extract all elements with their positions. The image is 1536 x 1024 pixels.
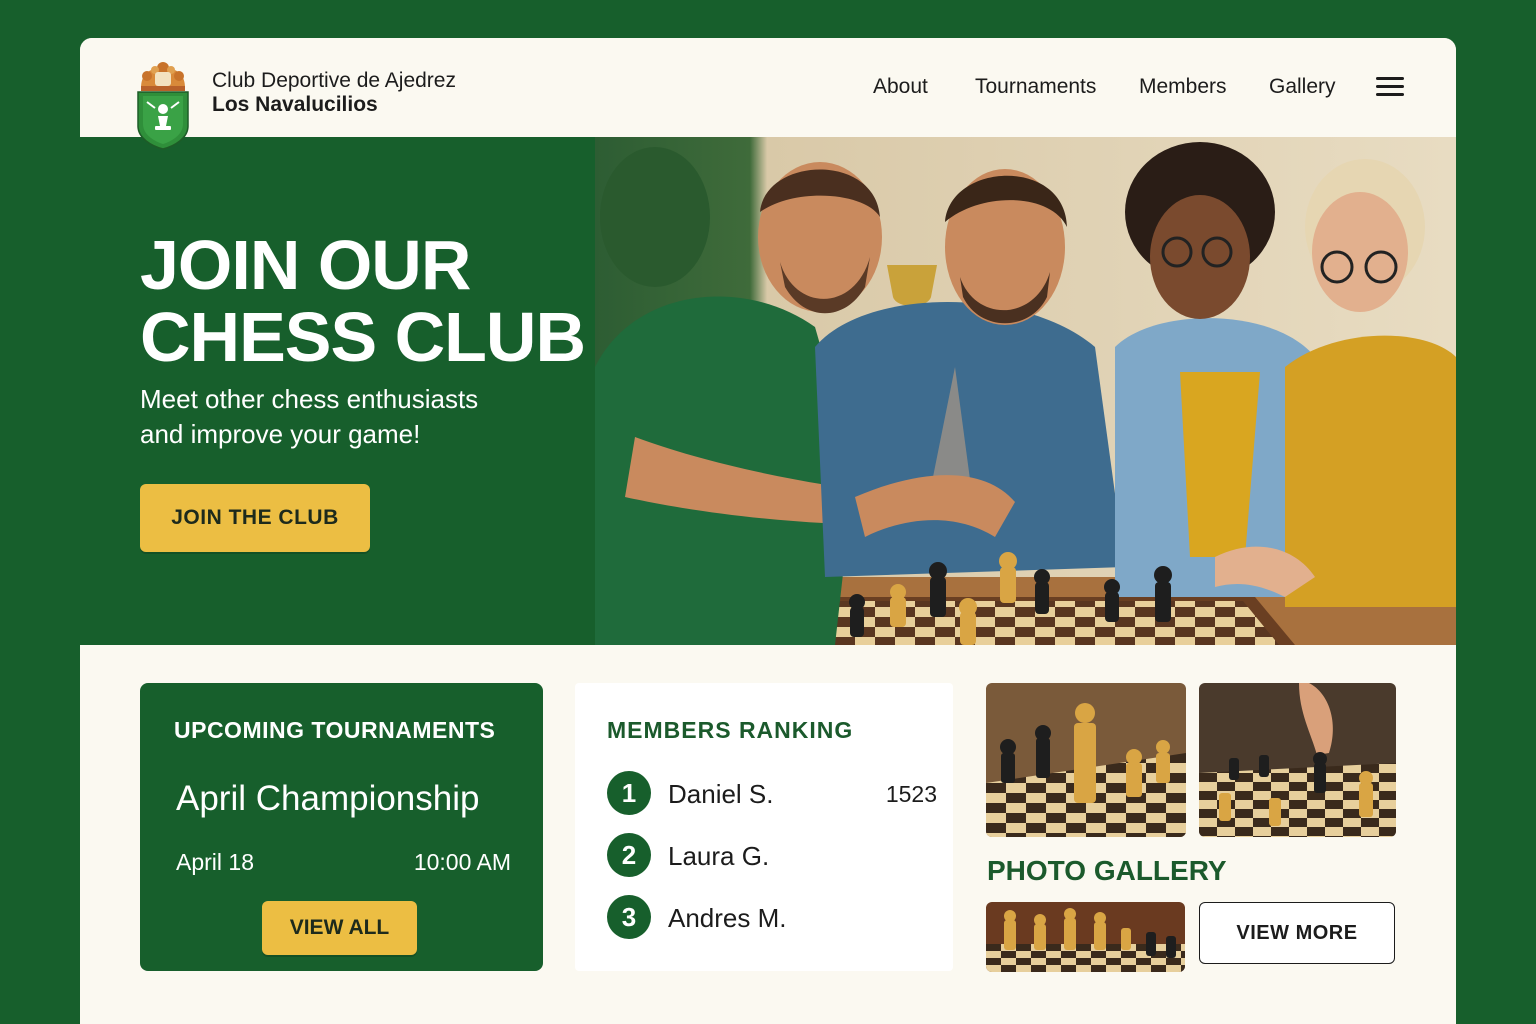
brand-line-2: Los Navalucilios <box>212 93 378 116</box>
hero-panel: JOIN OUR CHESS CLUB Meet other chess ent… <box>80 137 595 645</box>
join-club-button[interactable]: JOIN THE CLUB <box>140 484 370 552</box>
nav-tournaments[interactable]: Tournaments <box>975 75 1096 99</box>
club-crest-logo[interactable] <box>135 58 191 150</box>
tournament-time: 10:00 AM <box>413 849 511 875</box>
nav-about[interactable]: About <box>873 75 928 99</box>
tournament-name[interactable]: April Championship <box>176 779 479 819</box>
nav-members[interactable]: Members <box>1139 75 1227 99</box>
gallery-heading: PHOTO GALLERY <box>987 855 1227 886</box>
member-name: Andres M. <box>668 903 787 933</box>
hero-title-line-2: CHESS CLUB <box>140 298 586 376</box>
nav-gallery[interactable]: Gallery <box>1269 75 1336 99</box>
hero-title: JOIN OUR CHESS CLUB <box>140 226 586 376</box>
member-rating: 1523 <box>885 781 937 807</box>
view-more-gallery-button[interactable]: VIEW MORE <box>1199 902 1395 964</box>
ranking-row[interactable]: 2 Laura G. <box>607 833 937 877</box>
ranking-row[interactable]: 3 Andres M. <box>607 895 937 939</box>
rank-badge: 2 <box>607 833 651 877</box>
member-name: Laura G. <box>668 841 770 871</box>
site-header: Club Deportive de Ajedrez Los Navalucili… <box>80 38 1456 150</box>
tournaments-heading: UPCOMING TOURNAMENTS <box>174 717 496 743</box>
hero-subtitle-line-1: Meet other chess enthusiasts <box>140 384 479 414</box>
hero-subtitle: Meet other chess enthusiasts and improve… <box>140 382 560 452</box>
gallery-photo-1[interactable] <box>986 683 1186 837</box>
ranking-heading: MEMBERS RANKING <box>607 717 854 743</box>
gallery-photo-2[interactable] <box>1199 683 1396 837</box>
ranking-row[interactable]: 1 Daniel S. 1523 <box>607 771 937 815</box>
hero-photo-players <box>595 137 1456 645</box>
hamburger-menu-icon[interactable] <box>1376 77 1404 97</box>
upcoming-tournaments-card: UPCOMING TOURNAMENTS April Championship … <box>140 683 543 971</box>
gallery-photo-3[interactable] <box>986 902 1185 972</box>
members-ranking-card: MEMBERS RANKING 1 Daniel S. 1523 2 Laura… <box>575 683 953 971</box>
member-name: Daniel S. <box>668 779 774 809</box>
hero-subtitle-line-2: and improve your game! <box>140 419 421 449</box>
brand-name[interactable]: Club Deportive de Ajedrez Los Navalucili… <box>212 69 456 117</box>
view-all-tournaments-button[interactable]: VIEW ALL <box>262 901 417 955</box>
rank-badge: 1 <box>607 771 651 815</box>
brand-line-1: Club Deportive de Ajedrez <box>212 69 456 92</box>
tournament-date: April 18 <box>176 849 254 875</box>
hero-title-line-1: JOIN OUR <box>140 226 471 304</box>
page: Club Deportive de Ajedrez Los Navalucili… <box>80 38 1456 1024</box>
hero-section: JOIN OUR CHESS CLUB Meet other chess ent… <box>80 137 1456 645</box>
rank-badge: 3 <box>607 895 651 939</box>
